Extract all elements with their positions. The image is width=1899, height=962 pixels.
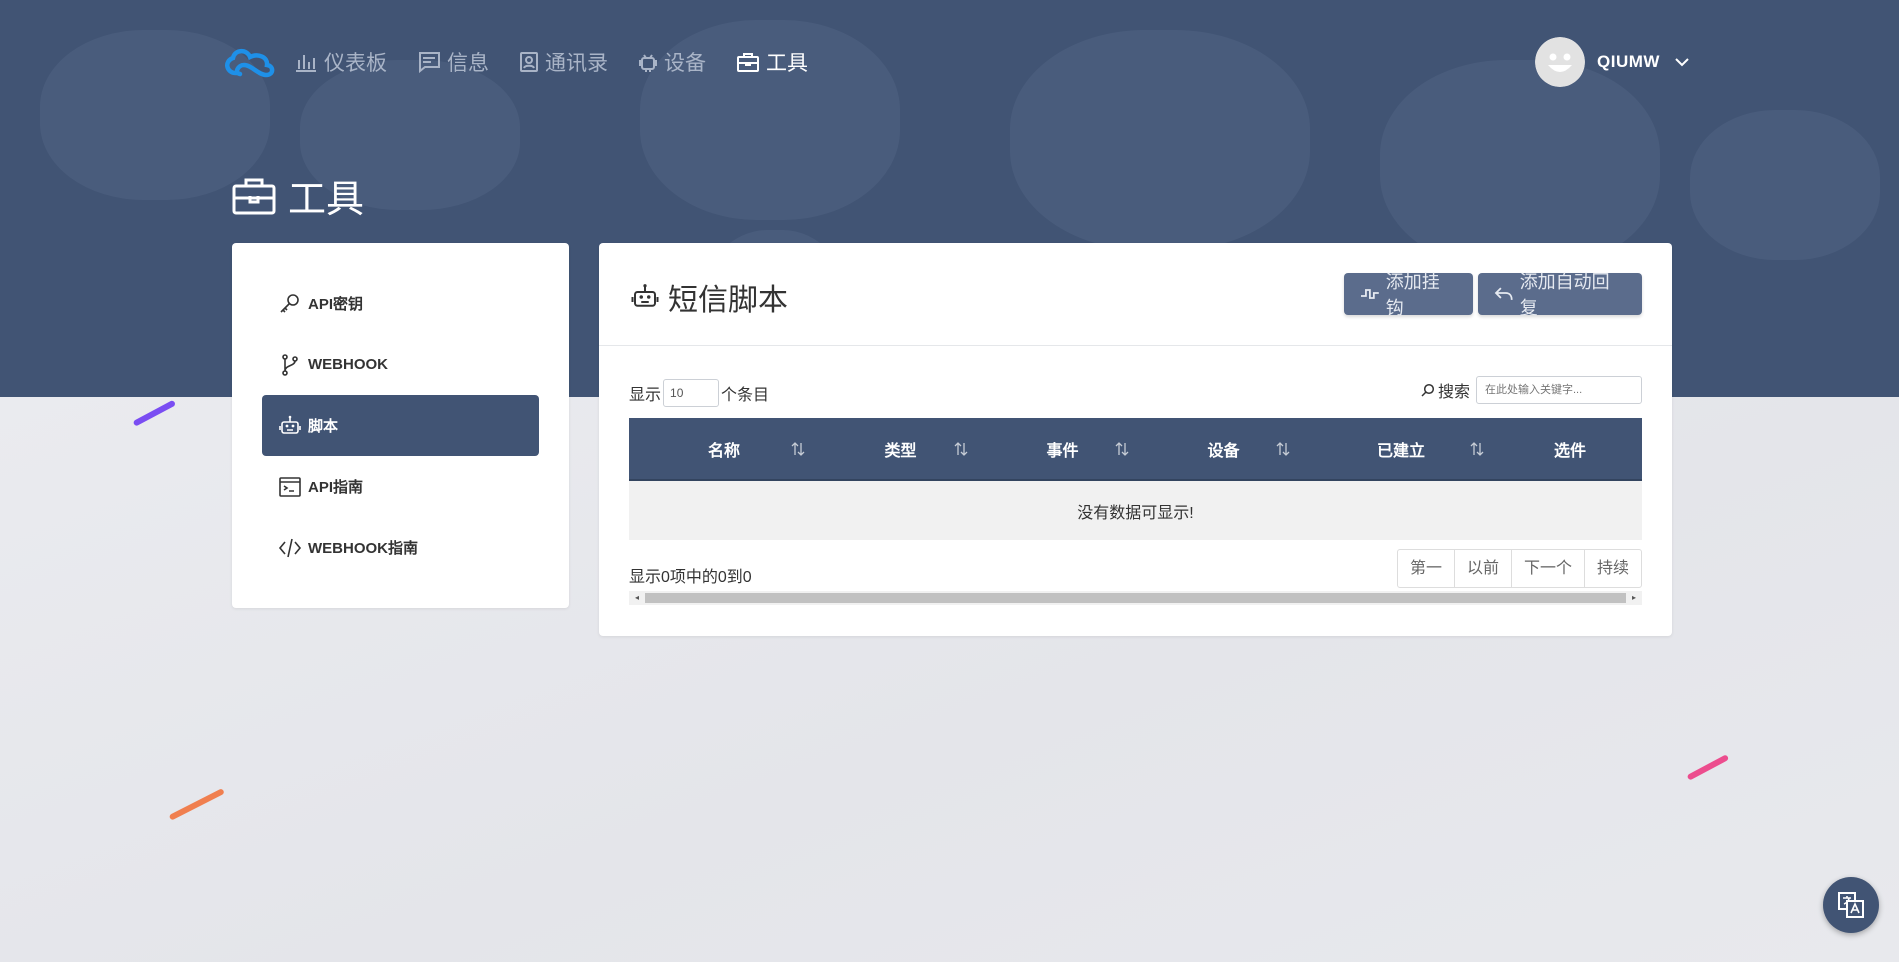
nav-contacts[interactable]: 通讯录 (519, 47, 608, 77)
column-label: 设备 (1207, 442, 1240, 460)
column-label: 名称 (707, 442, 740, 460)
translate-icon (1838, 892, 1864, 918)
translate-fab-button[interactable] (1823, 877, 1879, 933)
column-label: 事件 (1046, 442, 1079, 460)
sidebar-item-label: 脚本 (308, 418, 339, 435)
sidebar-item-label: WEBHOOK指南 (308, 540, 418, 557)
sort-icon (1470, 441, 1484, 456)
avatar[interactable] (1535, 37, 1585, 87)
sort-icon (1115, 441, 1129, 456)
sidebar-item-label: API指南 (308, 479, 364, 496)
page-length-prefix: 显示 (629, 387, 662, 404)
pager-next-button[interactable]: 下一个 (1510, 550, 1584, 587)
add-auto-reply-button[interactable]: 添加自动回复 (1478, 272, 1642, 318)
sort-icon (1276, 441, 1290, 456)
column-header-created[interactable]: 已建立 (1304, 418, 1498, 481)
column-header-event[interactable]: 事件 (982, 418, 1143, 481)
add-hook-button[interactable]: 添加挂钩 (1344, 272, 1473, 318)
add-auto-reply-label: 添加自动回复 (1519, 272, 1610, 318)
nav-label: 通讯录 (545, 51, 608, 75)
table-search: 搜索 (1421, 376, 1642, 404)
pager-first-button[interactable]: 第一 (1398, 550, 1454, 587)
tools-sidebar: API密钥 WEBHOOK 脚本 API指南 WEBHOOK指南 (232, 243, 569, 608)
bar-chart-icon (296, 55, 316, 72)
column-header-device[interactable]: 设备 (1143, 418, 1304, 481)
page-title: 工具 (232, 168, 364, 223)
message-icon (419, 52, 440, 73)
table-empty-message: 没有数据可显示! (629, 480, 1642, 540)
code-icon (278, 538, 302, 557)
scripts-table: 名称 类型 事件 设备 已建立 选件 没有数据可显示! (629, 418, 1642, 540)
panel-title-text: 短信脚本 (668, 283, 788, 318)
chevron-down-icon[interactable] (1674, 57, 1690, 67)
toolbox-icon (737, 53, 759, 72)
pager-last-button[interactable]: 持续 (1583, 550, 1641, 587)
panel-title: 短信脚本 (630, 275, 788, 319)
nav-label: 仪表板 (324, 51, 387, 75)
sort-icon (954, 441, 968, 456)
add-hook-label: 添加挂钩 (1385, 272, 1440, 318)
scroll-right-icon[interactable]: ▸ (1629, 593, 1639, 603)
scripts-panel: 短信脚本 添加挂钩 添加自动回复 显示 个条目 搜索 名称 类型 事件 (599, 243, 1672, 636)
nav-label: 设备 (664, 51, 706, 75)
table-header-row: 名称 类型 事件 设备 已建立 选件 (629, 418, 1642, 481)
nav-messages[interactable]: 信息 (417, 47, 489, 77)
sidebar-item-api-key[interactable]: API密钥 (262, 273, 539, 334)
column-label: 选件 (1553, 442, 1586, 460)
pager-previous-button[interactable]: 以前 (1453, 550, 1511, 587)
page-length-suffix: 个条目 (721, 387, 770, 404)
pagination: 第一 以前 下一个 持续 (1396, 549, 1642, 588)
table-controls: 显示 个条目 搜索 (629, 376, 1642, 407)
column-header-name[interactable]: 名称 (629, 418, 819, 481)
page-length-select[interactable] (663, 379, 720, 407)
nav-dashboard[interactable]: 仪表板 (294, 47, 387, 77)
nav-devices[interactable]: 设备 (638, 47, 706, 77)
horizontal-scrollbar[interactable]: ◂ ▸ (629, 591, 1642, 605)
cloud-logo-icon[interactable] (220, 45, 276, 79)
toolbox-icon (232, 178, 276, 214)
terminal-icon (279, 476, 301, 497)
table-row: 没有数据可显示! (629, 480, 1642, 540)
sidebar-item-label: WEBHOOK (308, 356, 388, 373)
sidebar-item-label: API密钥 (308, 296, 364, 313)
search-input[interactable] (1476, 376, 1642, 404)
nav-label: 工具 (766, 51, 808, 75)
sidebar-item-webhook-guide[interactable]: WEBHOOK指南 (262, 517, 539, 578)
git-branch-icon (282, 353, 298, 376)
hook-wave-icon (1360, 289, 1379, 299)
robot-icon (631, 284, 659, 307)
scroll-left-icon[interactable]: ◂ (632, 593, 642, 603)
reply-icon (1494, 287, 1513, 300)
android-icon (639, 54, 657, 72)
nav-tools[interactable]: 工具 (736, 47, 808, 77)
contacts-icon (520, 52, 538, 72)
sidebar-item-webhook[interactable]: WEBHOOK (262, 334, 539, 395)
column-header-options: 选件 (1498, 418, 1642, 481)
panel-header: 短信脚本 添加挂钩 添加自动回复 (599, 243, 1672, 346)
scrollbar-thumb[interactable] (645, 593, 1626, 603)
page-length: 显示 个条目 (629, 379, 769, 407)
nav-label: 信息 (447, 51, 489, 75)
username: QIUMW (1597, 52, 1660, 71)
column-label: 类型 (884, 442, 917, 460)
column-header-type[interactable]: 类型 (819, 418, 982, 481)
robot-icon (279, 415, 301, 434)
key-icon (280, 293, 299, 313)
sort-icon (791, 441, 805, 456)
page-title-text: 工具 (288, 177, 365, 221)
sidebar-item-scripts[interactable]: 脚本 (262, 395, 539, 456)
search-icon (1421, 383, 1435, 397)
search-label: 搜索 (1437, 384, 1470, 401)
user-menu[interactable]: QIUMW (1535, 37, 1690, 87)
table-info: 显示0项中的0到0 (629, 569, 752, 586)
column-label: 已建立 (1376, 442, 1425, 460)
top-nav: 仪表板 信息 通讯录 设备 工具 (220, 40, 838, 84)
sidebar-item-api-guide[interactable]: API指南 (262, 456, 539, 517)
